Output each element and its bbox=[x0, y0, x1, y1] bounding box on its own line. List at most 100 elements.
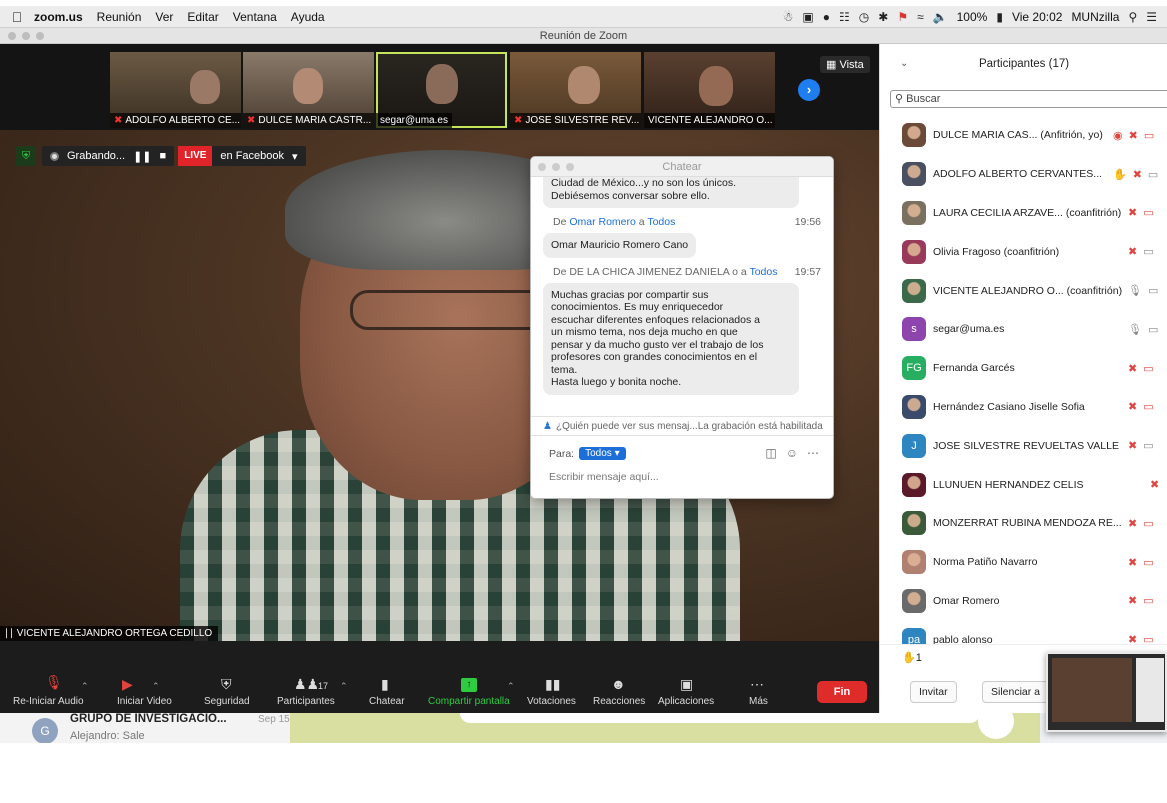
video-icon[interactable]: ▭ bbox=[1148, 323, 1158, 336]
share-button-label[interactable]: Compartir pantalla bbox=[428, 696, 510, 707]
participant-row[interactable]: J JOSE SILVESTRE REVUELTAS VALLE ✖ ▭ bbox=[880, 426, 1167, 465]
audio-button-label[interactable]: Re-Iniciar Audio bbox=[13, 696, 84, 707]
shield-icon[interactable]: ⛨ bbox=[221, 676, 232, 693]
polls-icon[interactable]: ▮▮ bbox=[545, 676, 560, 693]
bluetooth-icon[interactable]: ✱ bbox=[878, 10, 888, 24]
participant-row[interactable]: Hernández Casiano Jiselle Sofia ✖ ▭ bbox=[880, 388, 1167, 427]
sender-link[interactable]: Omar Romero bbox=[569, 216, 636, 228]
participants-caret[interactable]: ⌃ bbox=[340, 681, 348, 692]
apps-icon[interactable]: ▣ bbox=[680, 676, 693, 693]
next-page-button[interactable]: › bbox=[798, 79, 820, 101]
mic-muted-icon[interactable]: ✖ bbox=[1128, 556, 1137, 569]
close-button[interactable] bbox=[8, 32, 16, 40]
video-off-icon[interactable]: ▭ bbox=[1143, 206, 1153, 219]
video-off-icon[interactable]: ▭ bbox=[1144, 129, 1154, 142]
live-stream-status[interactable]: LIVE en Facebook ▾ bbox=[178, 146, 306, 166]
file-icon[interactable]: ◫ bbox=[765, 446, 776, 460]
participant-row[interactable]: DULCE MARIA CAS... (Anfitrión, yo) ◉ ✖ ▭ bbox=[880, 116, 1167, 155]
chat-close-button[interactable] bbox=[538, 163, 546, 171]
spotlight-icon[interactable]: ⚲ bbox=[1128, 10, 1137, 24]
apple-icon[interactable]:  bbox=[0, 9, 34, 25]
apps-button-label[interactable]: Aplicaciones bbox=[658, 696, 714, 707]
mic-muted-icon[interactable]: ✖ bbox=[1128, 362, 1137, 375]
participant-row[interactable]: VICENTE ALEJANDRO O... (coanfitrión) 🎙︎ ▭ bbox=[880, 271, 1167, 310]
chat-minimize-button[interactable] bbox=[552, 163, 560, 171]
mic-muted-icon[interactable]: ✖ bbox=[1150, 478, 1159, 491]
participant-row[interactable]: Norma Patiño Navarro ✖ ▭ bbox=[880, 543, 1167, 582]
participant-row[interactable]: s segar@uma.es 🎙︎ ▭ bbox=[880, 310, 1167, 349]
chat-zoom-button[interactable] bbox=[566, 163, 574, 171]
recipient-dropdown[interactable]: Todos ▾ bbox=[579, 447, 626, 460]
shield-icon[interactable]: ⛨ bbox=[16, 146, 36, 166]
network-icon[interactable]: ☷ bbox=[839, 10, 850, 24]
participant-row[interactable]: Olivia Fragoso (coanfitrión) ✖ ▭ bbox=[880, 232, 1167, 271]
video-icon[interactable]: ▭ bbox=[1148, 168, 1158, 181]
user-name[interactable]: MUNzilla bbox=[1071, 10, 1119, 24]
participant-row[interactable]: MONZERRAT RUBINA MENDOZA RE... ✖ ▭ bbox=[880, 504, 1167, 543]
status-icon[interactable]: ☃ bbox=[783, 10, 794, 24]
recipient-link[interactable]: Todos bbox=[647, 216, 675, 228]
video-options-caret[interactable]: ⌃ bbox=[152, 681, 160, 692]
participant-row[interactable]: ADOLFO ALBERTO CERVANTES... ✋ ✖ ▭ bbox=[880, 155, 1167, 194]
view-button[interactable]: ▦ Vista bbox=[820, 56, 870, 73]
mic-muted-icon[interactable]: ✖ bbox=[1128, 439, 1137, 452]
video-off-icon[interactable]: ▭ bbox=[1143, 517, 1153, 530]
mic-icon[interactable]: 🎙︎ bbox=[1128, 284, 1142, 297]
menu-ayuda[interactable]: Ayuda bbox=[291, 10, 325, 24]
share-screen-icon[interactable]: ↑ bbox=[461, 678, 477, 692]
reactions-button-label[interactable]: Reacciones bbox=[593, 696, 645, 707]
more-icon[interactable]: ⋯ bbox=[750, 676, 764, 693]
video-icon[interactable]: ▭ bbox=[1148, 284, 1158, 297]
more-button-label[interactable]: Más bbox=[749, 696, 768, 707]
video-off-icon[interactable]: ▭ bbox=[1143, 362, 1153, 375]
video-thumbnail[interactable]: ✖ JOSE SILVESTRE REV... bbox=[510, 52, 641, 128]
share-options-caret[interactable]: ⌃ bbox=[507, 681, 515, 692]
stop-recording-icon[interactable]: ■ bbox=[160, 150, 167, 162]
audio-options-caret[interactable]: ⌃ bbox=[81, 681, 89, 692]
recipient-link[interactable]: Todos bbox=[749, 266, 777, 278]
emoji-icon[interactable]: ☺ bbox=[786, 446, 798, 460]
video-off-icon[interactable]: ▭ bbox=[1143, 400, 1153, 413]
video-button-label[interactable]: Iniciar Video bbox=[117, 696, 172, 707]
video-thumbnail[interactable]: ✖ ADOLFO ALBERTO CE... bbox=[110, 52, 241, 128]
video-off-icon[interactable]: ▭ bbox=[1143, 594, 1153, 607]
participant-row[interactable]: Omar Romero ✖ ▭ bbox=[880, 582, 1167, 621]
zoom-button[interactable] bbox=[36, 32, 44, 40]
menu-app-name[interactable]: zoom.us bbox=[34, 10, 83, 24]
video-off-icon[interactable]: ▶ bbox=[122, 676, 133, 693]
search-input[interactable]: ⚲ Buscar bbox=[890, 90, 1167, 108]
mic-muted-icon[interactable]: ✖ bbox=[1133, 168, 1142, 181]
polls-button-label[interactable]: Votaciones bbox=[527, 696, 576, 707]
chat-titlebar[interactable]: Chatear bbox=[531, 157, 833, 177]
mic-icon[interactable]: 🎙︎ bbox=[1128, 323, 1142, 336]
participant-row[interactable]: FG Fernanda Garcés ✖ ▭ bbox=[880, 349, 1167, 388]
mic-muted-icon[interactable]: ✖ bbox=[1128, 245, 1137, 258]
share-preview[interactable] bbox=[1046, 652, 1167, 732]
chat-icon[interactable]: ▮ bbox=[381, 676, 389, 693]
video-thumbnail-active[interactable]: segar@uma.es bbox=[376, 52, 507, 128]
minimize-button[interactable] bbox=[22, 32, 30, 40]
mic-muted-icon[interactable]: ✖ bbox=[1128, 400, 1137, 413]
volume-icon[interactable]: 🔈 bbox=[933, 10, 948, 24]
battery-percent[interactable]: 100% bbox=[957, 10, 988, 24]
invite-button[interactable]: Invitar bbox=[910, 681, 957, 703]
participant-row[interactable]: LLUNUEN HERNANDEZ CELIS ✖ bbox=[880, 465, 1167, 504]
mute-all-button[interactable]: Silenciar a bbox=[982, 681, 1050, 703]
video-thumbnail[interactable]: VICENTE ALEJANDRO O... bbox=[644, 52, 775, 128]
security-button-label[interactable]: Seguridad bbox=[204, 696, 250, 707]
more-icon[interactable]: ⋯ bbox=[807, 446, 819, 460]
participants-icon[interactable]: ♟♟ bbox=[294, 676, 319, 693]
menu-reunion[interactable]: Reunión bbox=[97, 10, 142, 24]
mic-muted-icon[interactable]: 🎙︎ bbox=[45, 674, 63, 691]
participants-button-label[interactable]: Participantes bbox=[277, 696, 335, 707]
menu-editar[interactable]: Editar bbox=[187, 10, 218, 24]
video-off-icon[interactable]: ▭ bbox=[1143, 556, 1153, 569]
battery-icon[interactable]: ▮ bbox=[996, 10, 1003, 24]
mic-muted-icon[interactable]: ✖ bbox=[1128, 517, 1137, 530]
group-title[interactable]: GRUPO DE INVESTIGACIO... bbox=[70, 713, 227, 725]
menu-ver[interactable]: Ver bbox=[155, 10, 173, 24]
participant-row[interactable]: LAURA CECILIA ARZAVE... (coanfitrión) ✖ ▭ bbox=[880, 194, 1167, 233]
chat-visibility-note[interactable]: ♟ ¿Quién puede ver sus mensaj...La grabac… bbox=[531, 416, 833, 436]
end-meeting-button[interactable]: Fin bbox=[817, 681, 867, 703]
app-status-icon[interactable]: ● bbox=[823, 10, 830, 24]
